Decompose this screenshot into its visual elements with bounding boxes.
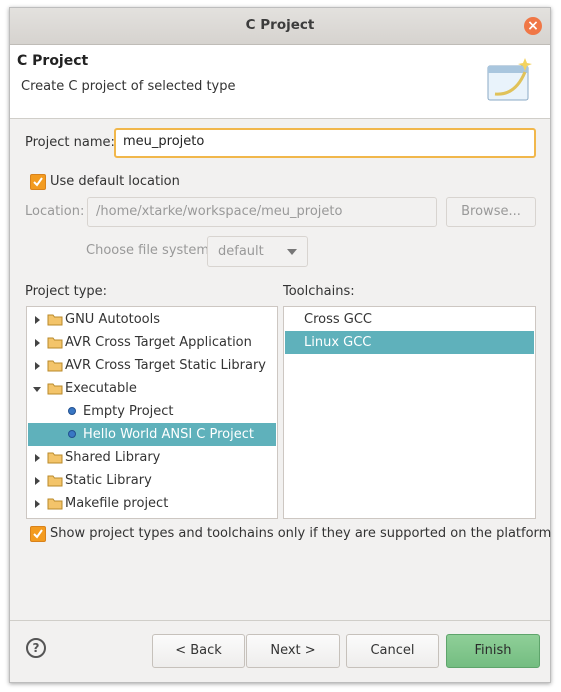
collapsed-arrow-icon[interactable] [33, 454, 41, 462]
banner-title: C Project [17, 53, 89, 69]
expanded-arrow-icon[interactable] [33, 385, 41, 393]
tree-item[interactable]: GNU Autotools [28, 308, 276, 331]
folder-icon [47, 337, 63, 349]
toolchain-item[interactable]: Linux GCC [285, 331, 534, 354]
tree-item[interactable]: AVR Cross Target Application [28, 331, 276, 354]
collapsed-arrow-icon[interactable] [33, 316, 41, 324]
dialog-window: C Project × C Project Create C project o… [9, 7, 551, 683]
project-name-label: Project name: [25, 135, 115, 150]
toolchain-item-label: Cross GCC [304, 312, 372, 327]
collapsed-arrow-icon[interactable] [33, 339, 41, 347]
tree-item[interactable]: Shared Library [28, 446, 276, 469]
button-bar-separator [10, 620, 550, 621]
project-type-label: Project type: [25, 284, 108, 299]
toolchains-label: Toolchains: [283, 284, 355, 299]
default-location-label: Use default location [50, 174, 180, 189]
file-system-select[interactable]: default [207, 236, 308, 267]
back-button[interactable]: < Back [152, 634, 245, 668]
next-button[interactable]: Next > [246, 634, 340, 668]
default-location-checkbox[interactable] [30, 174, 46, 190]
wizard-banner: C Project Create C project of selected t… [10, 45, 550, 119]
toolchain-item[interactable]: Cross GCC [285, 308, 534, 331]
file-system-label: Choose file system: [86, 243, 214, 258]
banner-description: Create C project of selected type [21, 79, 236, 94]
check-icon [33, 177, 43, 187]
window-title: C Project [245, 17, 315, 33]
location-input[interactable]: /home/xtarke/workspace/meu_projeto [87, 197, 437, 227]
browse-button[interactable]: Browse... [446, 197, 536, 227]
filter-supported-label: Show project types and toolchains only i… [50, 526, 552, 541]
tree-item-label: Static Library [65, 473, 152, 488]
tree-item-label: Shared Library [65, 450, 161, 465]
tree-item-label: Empty Project [83, 404, 174, 419]
folder-icon [47, 314, 63, 326]
tree-item-label: GNU Autotools [65, 312, 161, 327]
tree-item-label: Hello World ANSI C Project [83, 427, 254, 442]
file-system-value: default [218, 244, 264, 259]
collapsed-arrow-icon[interactable] [33, 477, 41, 485]
tree-item[interactable]: Hello World ANSI C Project [28, 423, 276, 446]
tree-item-label: AVR Cross Target Static Library [65, 358, 266, 373]
folder-icon [47, 475, 63, 487]
project-template-icon [68, 430, 76, 438]
finish-button[interactable]: Finish [446, 634, 540, 668]
tree-item[interactable]: AVR Cross Target Static Library [28, 354, 276, 377]
toolchains-list[interactable]: Cross GCC Linux GCC [283, 306, 536, 519]
project-template-icon [68, 407, 76, 415]
project-type-tree[interactable]: GNU Autotools AVR Cross Target Applicatio… [26, 306, 278, 519]
folder-icon [47, 360, 63, 372]
wizard-icon [487, 58, 532, 101]
project-name-input[interactable]: meu_projeto [114, 128, 536, 158]
help-icon[interactable]: ? [26, 638, 46, 658]
tree-item-label: AVR Cross Target Application [65, 335, 252, 350]
tree-item[interactable]: Executable [28, 377, 276, 400]
title-bar[interactable]: C Project × [10, 8, 550, 45]
close-icon[interactable]: × [524, 17, 542, 35]
folder-open-icon [47, 383, 63, 395]
tree-item[interactable]: Makefile project [28, 492, 276, 515]
cancel-button[interactable]: Cancel [346, 634, 439, 668]
toolchain-item-label: Linux GCC [304, 335, 372, 350]
chevron-down-icon [287, 249, 297, 255]
folder-icon [47, 498, 63, 510]
location-label: Location: [25, 204, 85, 219]
folder-icon [47, 452, 63, 464]
tree-item[interactable]: Empty Project [28, 400, 276, 423]
collapsed-arrow-icon[interactable] [33, 500, 41, 508]
filter-supported-checkbox[interactable] [30, 526, 46, 542]
collapsed-arrow-icon[interactable] [33, 362, 41, 370]
tree-item-label: Makefile project [65, 496, 169, 511]
tree-item-label: Executable [65, 381, 137, 396]
tree-item[interactable]: Static Library [28, 469, 276, 492]
check-icon [33, 529, 43, 539]
